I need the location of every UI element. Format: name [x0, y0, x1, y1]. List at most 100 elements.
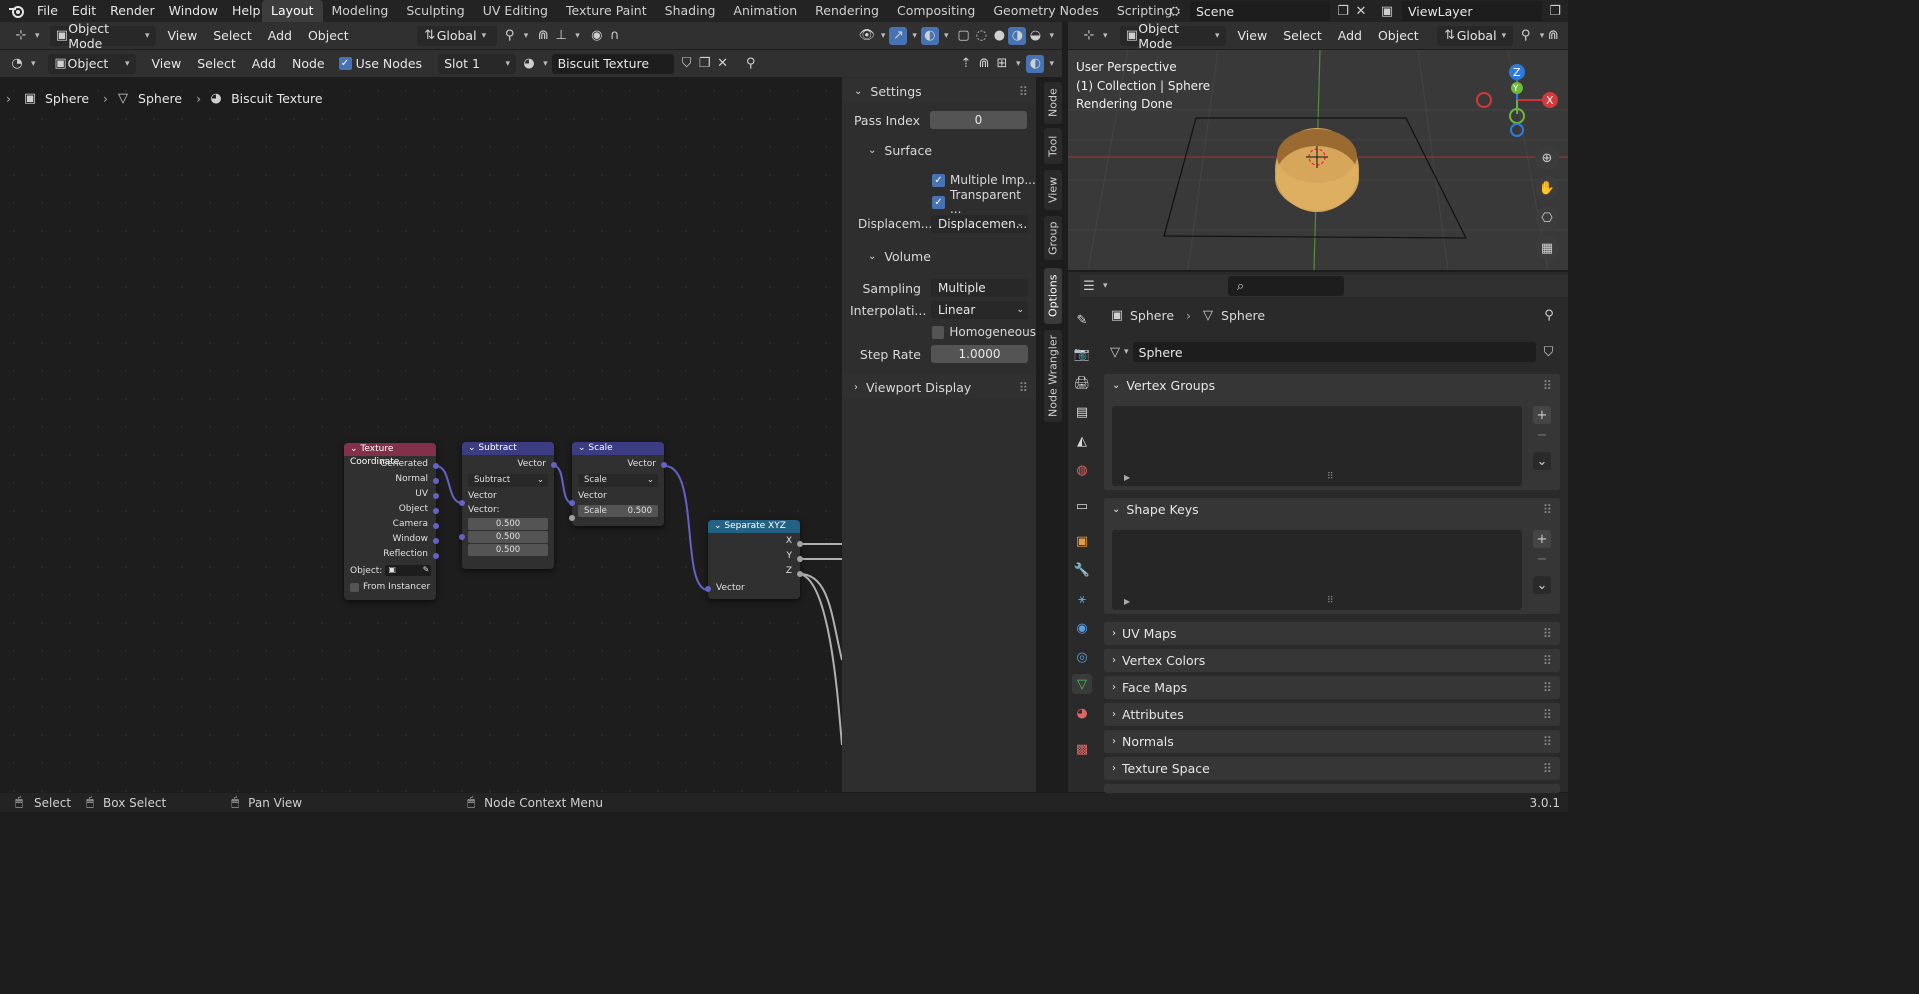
face-maps-header[interactable]: › Face Maps ⠿ [1104, 676, 1560, 699]
world-props-icon[interactable]: ◍ [1072, 460, 1092, 480]
interpolation-dropdown[interactable]: Linear ⌄ [931, 301, 1028, 319]
socket[interactable] [797, 556, 803, 562]
view-layer-props-icon[interactable]: ▤ [1072, 402, 1092, 422]
view-layer-selector[interactable]: ViewLayer [1402, 1, 1542, 21]
scale-value-field[interactable]: Scale 0.500 [578, 505, 658, 517]
overlay-icon[interactable]: ◐ [920, 26, 939, 45]
viewport-menu-select[interactable]: Select [1275, 28, 1330, 43]
scale-operation-dropdown[interactable]: Scale ⌄ [578, 474, 658, 487]
texture-space-header[interactable]: › Texture Space ⠿ [1104, 757, 1560, 780]
socket[interactable] [705, 586, 711, 592]
attributes-header[interactable]: › Attributes ⠿ [1104, 703, 1560, 726]
rendered-shading-icon[interactable]: ◒ [1026, 27, 1044, 45]
shape-key-menu-icon[interactable]: ⌄ [1533, 576, 1551, 594]
visibility-icon[interactable]: 👁 [858, 27, 876, 45]
node-overlay-icon[interactable]: ◐ [1026, 54, 1045, 73]
pin-icon[interactable]: ⚲ [1540, 306, 1558, 324]
copy-scene-icon[interactable]: ❐ [1334, 2, 1352, 20]
modifier-props-icon[interactable]: 🔧 [1072, 560, 1092, 580]
volume-section-header[interactable]: ⌄ Volume [842, 245, 1036, 267]
tab-options[interactable]: Options [1044, 268, 1062, 324]
viewport-mode-dropdown[interactable]: ▣ Object Mode ▾ [1119, 21, 1226, 51]
transparent-checkbox[interactable]: ✓ [932, 195, 945, 209]
socket[interactable] [569, 500, 575, 506]
parent-node-tree-icon[interactable]: ⇡ [957, 55, 975, 73]
tab-view[interactable]: View [1044, 170, 1062, 210]
tab-compositing[interactable]: Compositing [888, 0, 984, 22]
tab-node[interactable]: Node [1044, 82, 1062, 124]
add-vertex-group-icon[interactable]: + [1533, 406, 1551, 424]
subtract-y-field[interactable]: 0.500 [468, 531, 548, 543]
output-props-icon[interactable]: 🖨 [1072, 373, 1092, 393]
step-rate-field[interactable]: 1.0000 [931, 345, 1028, 363]
remove-vertex-group-icon[interactable]: − [1533, 426, 1551, 444]
object-props-icon[interactable]: ▣ [1072, 531, 1092, 551]
mesh-name-field[interactable]: Sphere [1132, 342, 1536, 362]
sampling-dropdown[interactable]: Multiple Impo...⌄ [931, 279, 1028, 313]
from-instancer-checkbox[interactable] [350, 582, 359, 592]
socket[interactable] [551, 462, 557, 468]
viewport-menu-add[interactable]: Add [1330, 28, 1370, 43]
uv-maps-header[interactable]: › UV Maps ⠿ [1104, 622, 1560, 645]
pan-hand-icon[interactable]: ✋ [1535, 176, 1559, 200]
viewport-orientation-dropdown[interactable]: ⇅ Global ▾ [1436, 25, 1513, 46]
material-props-icon[interactable]: ◕ [1072, 703, 1092, 723]
camera-view-icon[interactable]: ⎔ [1535, 206, 1559, 230]
tab-geometry-nodes[interactable]: Geometry Nodes [984, 0, 1107, 22]
pass-index-field[interactable]: 0 [930, 111, 1027, 129]
xray-icon[interactable]: ▢ [954, 27, 972, 45]
solid-shading-icon[interactable]: ● [990, 27, 1008, 45]
gizmo-icon[interactable]: ↗ [889, 26, 908, 45]
socket[interactable] [459, 534, 465, 540]
socket[interactable] [797, 571, 803, 577]
mesh-browse-icon[interactable]: ▽ [1106, 343, 1124, 361]
texture-props-icon[interactable]: ▩ [1072, 739, 1092, 759]
tab-tool[interactable]: Tool [1044, 128, 1062, 164]
fake-user-icon[interactable]: ⛉ [1540, 343, 1558, 361]
socket[interactable] [433, 493, 439, 499]
socket[interactable] [459, 500, 465, 506]
collection-props-icon[interactable]: ▭ [1072, 496, 1092, 516]
particles-props-icon[interactable]: ⚹ [1072, 589, 1092, 609]
wireframe-shading-icon[interactable]: ◌ [972, 27, 990, 45]
copy-view-layer-icon[interactable]: ❐ [1546, 2, 1564, 20]
navigation-gizmo[interactable]: Z Y X [1472, 60, 1568, 140]
next-section-header[interactable] [1104, 784, 1560, 793]
mesh-data-props-icon[interactable]: ▽ [1072, 674, 1092, 694]
material-shading-icon[interactable]: ◑ [1008, 26, 1027, 45]
remove-scene-icon[interactable]: ✕ [1352, 2, 1370, 20]
socket[interactable] [569, 515, 575, 521]
socket[interactable] [433, 553, 439, 559]
tab-node-wrangler[interactable]: Node Wrangler [1044, 330, 1062, 422]
subtract-z-field[interactable]: 0.500 [468, 544, 548, 556]
shape-keys-header[interactable]: ⌄ Shape Keys ⠿ [1104, 498, 1560, 520]
subtract-x-field[interactable]: 0.500 [468, 518, 548, 530]
perspective-toggle-icon[interactable]: ▦ [1535, 236, 1559, 260]
homogeneous-checkbox[interactable] [932, 325, 945, 339]
socket[interactable] [661, 462, 667, 468]
node-scale[interactable]: ⌄ Scale Vector Scale ⌄ Vector Scale 0.500 [569, 442, 667, 526]
socket[interactable] [433, 538, 439, 544]
view-layer-icon[interactable]: ▣ [1378, 2, 1396, 20]
viewport-menu-object[interactable]: Object [1370, 28, 1427, 43]
tab-group[interactable]: Group [1044, 216, 1062, 260]
zoom-icon[interactable]: ⊕ [1535, 146, 1559, 170]
socket[interactable] [433, 508, 439, 514]
viewport-editor-type-icon[interactable]: ⊹ [1080, 27, 1098, 45]
viewport-display-section-header[interactable]: › Viewport Display ⠿ [842, 375, 1036, 399]
socket[interactable] [433, 478, 439, 484]
scene-props-icon[interactable]: ◭ [1072, 431, 1092, 451]
add-shape-key-icon[interactable]: + [1533, 530, 1551, 548]
object-field[interactable]: ▣ ✎ [385, 565, 432, 576]
snap-element-icon[interactable]: ⊞ [993, 55, 1011, 73]
vertex-group-menu-icon[interactable]: ⌄ [1533, 452, 1551, 470]
socket[interactable] [433, 463, 439, 469]
viewport-menu-view[interactable]: View [1230, 28, 1276, 43]
render-props-icon[interactable]: 📷 [1072, 344, 1092, 364]
node-separate-xyz[interactable]: ⌄ Separate XYZ X Y Z Vector [705, 520, 803, 599]
node-snap-icon[interactable]: ⋒ [975, 55, 993, 73]
3d-viewport[interactable]: User Perspective (1) Collection | Sphere… [1068, 50, 1568, 270]
multiple-importance-checkbox[interactable]: ✓ [932, 173, 945, 187]
viewport-snap-icon[interactable]: ⋒ [1544, 27, 1562, 45]
shape-keys-list[interactable]: ▶ ⠿ [1112, 530, 1522, 610]
